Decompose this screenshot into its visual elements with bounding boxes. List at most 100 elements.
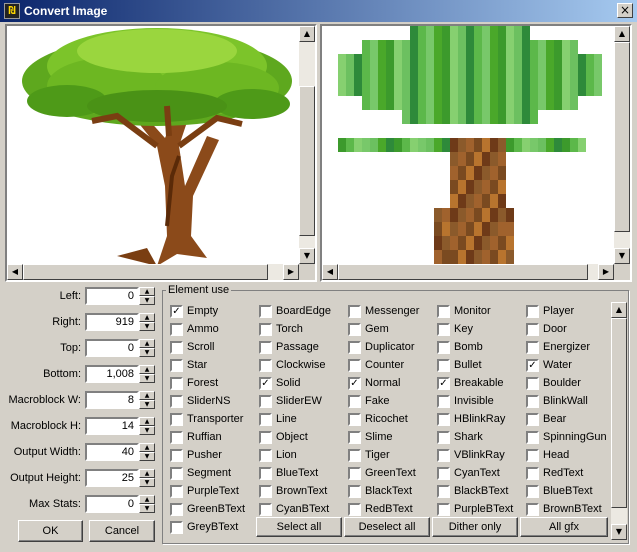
checkbox-box[interactable]: [437, 413, 450, 426]
checkbox-box[interactable]: [437, 431, 450, 444]
max-stats-input[interactable]: 0: [85, 495, 139, 513]
checkbox-box[interactable]: [437, 359, 450, 372]
checkbox-box[interactable]: [170, 395, 183, 408]
checkbox-box[interactable]: [348, 467, 361, 480]
right-spinner[interactable]: 919 ▲ ▼: [85, 313, 155, 331]
checkbox-box[interactable]: [437, 341, 450, 354]
checkbox-box[interactable]: [437, 449, 450, 462]
checkbox-box[interactable]: [170, 521, 183, 534]
cancel-button[interactable]: Cancel: [89, 520, 155, 542]
output-height-input[interactable]: 25: [85, 469, 139, 487]
spin-up-icon[interactable]: ▲: [139, 339, 155, 348]
spin-down-icon[interactable]: ▼: [139, 400, 155, 409]
scroll-right-icon[interactable]: ▶: [598, 264, 614, 280]
checkbox-box[interactable]: [348, 449, 361, 462]
spin-down-icon[interactable]: ▼: [139, 504, 155, 513]
scroll-down-icon[interactable]: ▼: [299, 248, 315, 264]
spin-down-icon[interactable]: ▼: [139, 322, 155, 331]
checkbox-box[interactable]: [437, 395, 450, 408]
converted-horizontal-scrollbar[interactable]: ◀ ▶: [322, 264, 614, 280]
checkbox-box[interactable]: [259, 467, 272, 480]
element-use-scrollbar[interactable]: ▲ ▼: [611, 302, 627, 540]
checkbox-box[interactable]: [526, 413, 539, 426]
checkbox-box[interactable]: [526, 377, 539, 390]
checkbox-box[interactable]: [526, 503, 539, 516]
checkbox-box[interactable]: [170, 323, 183, 336]
checkbox-box[interactable]: [170, 359, 183, 372]
converted-vertical-scrollbar[interactable]: ▲ ▼: [614, 26, 630, 264]
spin-down-icon[interactable]: ▼: [139, 374, 155, 383]
macroblock-w-input[interactable]: 8: [85, 391, 139, 409]
checkbox-box[interactable]: [259, 395, 272, 408]
checkbox-box[interactable]: [526, 431, 539, 444]
checkbox-box[interactable]: [348, 305, 361, 318]
spin-down-icon[interactable]: ▼: [139, 348, 155, 357]
checkbox-box[interactable]: [348, 341, 361, 354]
checkbox-box[interactable]: [259, 341, 272, 354]
checkbox-box[interactable]: [259, 359, 272, 372]
checkbox-box[interactable]: [526, 467, 539, 480]
ok-button[interactable]: OK: [18, 520, 83, 542]
checkbox-box[interactable]: [437, 305, 450, 318]
scroll-up-icon[interactable]: ▲: [299, 26, 315, 42]
checkbox-box[interactable]: [348, 413, 361, 426]
spin-up-icon[interactable]: ▲: [139, 469, 155, 478]
spin-up-icon[interactable]: ▲: [139, 495, 155, 504]
checkbox-box[interactable]: [348, 323, 361, 336]
checkbox-box[interactable]: [437, 323, 450, 336]
checkbox-box[interactable]: [259, 305, 272, 318]
checkbox-box[interactable]: [170, 449, 183, 462]
check-icon[interactable]: ✓: [348, 377, 361, 390]
spin-up-icon[interactable]: ▲: [139, 417, 155, 426]
checkbox-box[interactable]: [526, 323, 539, 336]
checkbox-box[interactable]: [437, 503, 450, 516]
checkbox-box[interactable]: [170, 503, 183, 516]
spin-down-icon[interactable]: ▼: [139, 452, 155, 461]
check-icon[interactable]: ✓: [170, 305, 183, 318]
spin-down-icon[interactable]: ▼: [139, 426, 155, 435]
spin-down-icon[interactable]: ▼: [139, 296, 155, 305]
macroblock-h-spinner[interactable]: 14 ▲ ▼: [85, 417, 155, 435]
checkbox-box[interactable]: [170, 467, 183, 480]
max-stats-spinner[interactable]: 0 ▲ ▼: [85, 495, 155, 513]
scroll-down-icon[interactable]: ▼: [614, 248, 630, 264]
spin-up-icon[interactable]: ▲: [139, 287, 155, 296]
checkbox-box[interactable]: [526, 485, 539, 498]
left-input[interactable]: 0: [85, 287, 139, 305]
output-height-spinner[interactable]: 25 ▲ ▼: [85, 469, 155, 487]
checkbox-box[interactable]: [259, 485, 272, 498]
checkbox-box[interactable]: [348, 431, 361, 444]
output-width-spinner[interactable]: 40 ▲ ▼: [85, 443, 155, 461]
bottom-input[interactable]: 1,008: [85, 365, 139, 383]
check-icon[interactable]: ✓: [526, 359, 539, 372]
scroll-up-icon[interactable]: ▲: [611, 302, 627, 318]
close-button[interactable]: ×: [617, 3, 633, 18]
dither-only-button[interactable]: Dither only: [432, 517, 518, 537]
checkbox-box[interactable]: [170, 377, 183, 390]
checkbox-box[interactable]: [526, 449, 539, 462]
checkbox-box[interactable]: [526, 395, 539, 408]
scroll-up-icon[interactable]: ▲: [614, 26, 630, 42]
checkbox-box[interactable]: [348, 485, 361, 498]
output-width-input[interactable]: 40: [85, 443, 139, 461]
checkbox-box[interactable]: [259, 431, 272, 444]
right-input[interactable]: 919: [85, 313, 139, 331]
checkbox-box[interactable]: [259, 449, 272, 462]
scroll-thumb[interactable]: [611, 318, 627, 508]
checkbox-box[interactable]: [348, 503, 361, 516]
checkbox-box[interactable]: [437, 485, 450, 498]
check-icon[interactable]: ✓: [437, 377, 450, 390]
scroll-thumb[interactable]: [23, 264, 268, 280]
spin-up-icon[interactable]: ▲: [139, 391, 155, 400]
top-input[interactable]: 0: [85, 339, 139, 357]
scroll-left-icon[interactable]: ◀: [322, 264, 338, 280]
bottom-spinner[interactable]: 1,008 ▲ ▼: [85, 365, 155, 383]
checkbox-box[interactable]: [170, 413, 183, 426]
scroll-left-icon[interactable]: ◀: [7, 264, 23, 280]
deselect-all-button[interactable]: Deselect all: [344, 517, 430, 537]
checkbox-box[interactable]: [170, 485, 183, 498]
scroll-thumb[interactable]: [299, 86, 315, 236]
macroblock-h-input[interactable]: 14: [85, 417, 139, 435]
spin-down-icon[interactable]: ▼: [139, 478, 155, 487]
all-gfx-button[interactable]: All gfx: [520, 517, 608, 537]
